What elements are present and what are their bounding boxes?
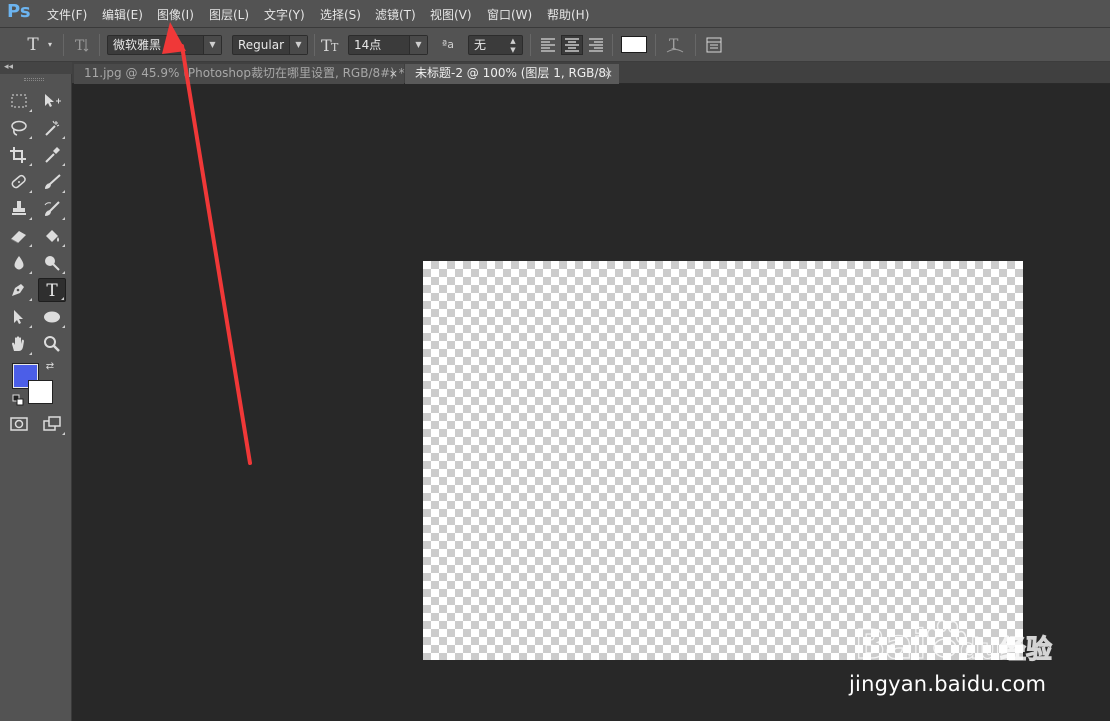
- font-size-icon: TT: [320, 35, 342, 55]
- watermark-url: jingyan.baidu.com: [849, 672, 1047, 696]
- menu-window[interactable]: 窗口(W): [487, 6, 532, 23]
- separator: [530, 34, 531, 56]
- chevron-down-icon: ▼: [289, 36, 307, 54]
- svg-text:Bai: Bai: [855, 622, 926, 666]
- zoom-tool-icon[interactable]: [38, 332, 66, 356]
- blur-tool-icon[interactable]: [5, 251, 33, 275]
- separator: [99, 34, 100, 56]
- font-family-select[interactable]: 微软雅黑 ▼: [107, 35, 222, 55]
- separator: [695, 34, 696, 56]
- separator: [655, 34, 656, 56]
- marquee-tool-icon[interactable]: [5, 89, 33, 113]
- lasso-tool-icon[interactable]: [5, 116, 33, 140]
- type-tool-preset-icon[interactable]: T: [22, 34, 44, 56]
- tab-11-jpg[interactable]: 11.jpg @ 45.9% (Photoshop裁切在哪里设置, RGB/8#…: [74, 64, 405, 84]
- warp-text-icon[interactable]: T: [664, 34, 686, 56]
- transparent-canvas[interactable]: [423, 261, 1023, 660]
- swap-colors-icon[interactable]: ⇄: [44, 361, 56, 373]
- crop-tool-icon[interactable]: [5, 143, 33, 167]
- preset-chevron-down-icon[interactable]: ▾: [46, 40, 54, 49]
- healing-brush-tool-icon[interactable]: [5, 170, 33, 194]
- menu-select[interactable]: 选择(S): [320, 6, 361, 23]
- screen-mode-icon[interactable]: [38, 412, 66, 436]
- separator: [612, 34, 613, 56]
- align-center-icon[interactable]: [561, 35, 583, 55]
- font-size-value: 14点: [354, 38, 382, 52]
- antialias-value: 无: [474, 38, 487, 52]
- baidu-jingyan-watermark-logo: Bai du 经验: [855, 619, 1053, 666]
- ellipse-tool-icon[interactable]: [38, 305, 66, 329]
- menu-type[interactable]: 文字(Y): [264, 6, 305, 23]
- tab-label: 未标题-2 @ 100% (图层 1, RGB/8): [415, 66, 611, 80]
- stepper-icon: ▲ ▼: [510, 37, 516, 54]
- svg-text:经验: 经验: [1000, 634, 1052, 665]
- chevron-down-icon: ▼: [409, 36, 427, 54]
- font-style-value: Regular: [238, 38, 285, 52]
- menu-file[interactable]: 文件(F): [47, 6, 87, 23]
- panel-grip[interactable]: [24, 78, 44, 81]
- menu-filter[interactable]: 滤镜(T): [375, 6, 416, 23]
- menu-help[interactable]: 帮助(H): [547, 6, 589, 23]
- separator: [314, 34, 315, 56]
- svg-text:T: T: [331, 41, 339, 54]
- font-size-select[interactable]: 14点 ▼: [348, 35, 428, 55]
- text-color-swatch[interactable]: [621, 36, 647, 53]
- pen-tool-icon[interactable]: [5, 278, 33, 302]
- background-color-swatch[interactable]: [28, 380, 53, 404]
- close-icon[interactable]: ×: [389, 64, 398, 83]
- toggle-text-orientation-icon[interactable]: T: [72, 35, 92, 55]
- character-panel-icon[interactable]: [704, 35, 724, 55]
- svg-text:T: T: [75, 38, 85, 54]
- move-tool-icon[interactable]: [38, 89, 66, 113]
- eraser-tool-icon[interactable]: [5, 224, 33, 248]
- paint-bucket-tool-icon[interactable]: [38, 224, 66, 248]
- align-right-icon[interactable]: [586, 36, 606, 54]
- font-style-select[interactable]: Regular ▼: [232, 35, 308, 55]
- antialias-select[interactable]: 无 ▲ ▼: [468, 35, 523, 55]
- panel-collapse-button[interactable]: ◂◂: [0, 62, 72, 74]
- eyedropper-tool-icon[interactable]: [38, 143, 66, 167]
- tab-label: 11.jpg @ 45.9% (Photoshop裁切在哪里设置, RGB/8#…: [84, 66, 405, 80]
- svg-text:du: du: [960, 632, 1000, 665]
- font-family-value: 微软雅黑: [113, 38, 162, 52]
- tools-panel: T ⇄: [0, 74, 72, 721]
- ps-logo: Ps: [7, 1, 31, 22]
- menu-bar: Ps 文件(F) 编辑(E) 图像(I) 图层(L) 文字(Y) 选择(S) 滤…: [0, 0, 1110, 28]
- menu-layer[interactable]: 图层(L): [209, 6, 249, 23]
- magic-wand-tool-icon[interactable]: [38, 116, 66, 140]
- menu-edit[interactable]: 编辑(E): [102, 6, 143, 23]
- dodge-tool-icon[interactable]: [38, 251, 66, 275]
- hand-tool-icon[interactable]: [5, 332, 33, 356]
- history-brush-tool-icon[interactable]: [38, 197, 66, 221]
- path-selection-tool-icon[interactable]: [5, 305, 33, 329]
- options-bar: T ▾ T 微软雅黑 ▼ Regular ▼ TT 14点 ▼ ªa 无 ▲▼: [0, 28, 1110, 62]
- close-icon[interactable]: ×: [604, 64, 613, 83]
- photoshop-window: Ps 文件(F) 编辑(E) 图像(I) 图层(L) 文字(Y) 选择(S) 滤…: [0, 0, 1110, 721]
- clone-stamp-tool-icon[interactable]: [5, 197, 33, 221]
- chevron-down-icon: ▼: [203, 36, 221, 54]
- type-tool-icon[interactable]: T: [38, 278, 66, 302]
- tab-untitled-2[interactable]: 未标题-2 @ 100% (图层 1, RGB/8) ×: [405, 64, 619, 84]
- align-left-icon[interactable]: [538, 36, 558, 54]
- default-colors-icon[interactable]: [12, 394, 24, 406]
- separator: [63, 34, 64, 56]
- menu-view[interactable]: 视图(V): [430, 6, 472, 23]
- menu-image[interactable]: 图像(I): [157, 6, 194, 23]
- antialias-icon: ªa: [442, 38, 454, 51]
- quick-mask-icon[interactable]: [5, 412, 33, 436]
- document-tabs: 11.jpg @ 45.9% (Photoshop裁切在哪里设置, RGB/8#…: [72, 62, 1110, 84]
- brush-tool-icon[interactable]: [38, 170, 66, 194]
